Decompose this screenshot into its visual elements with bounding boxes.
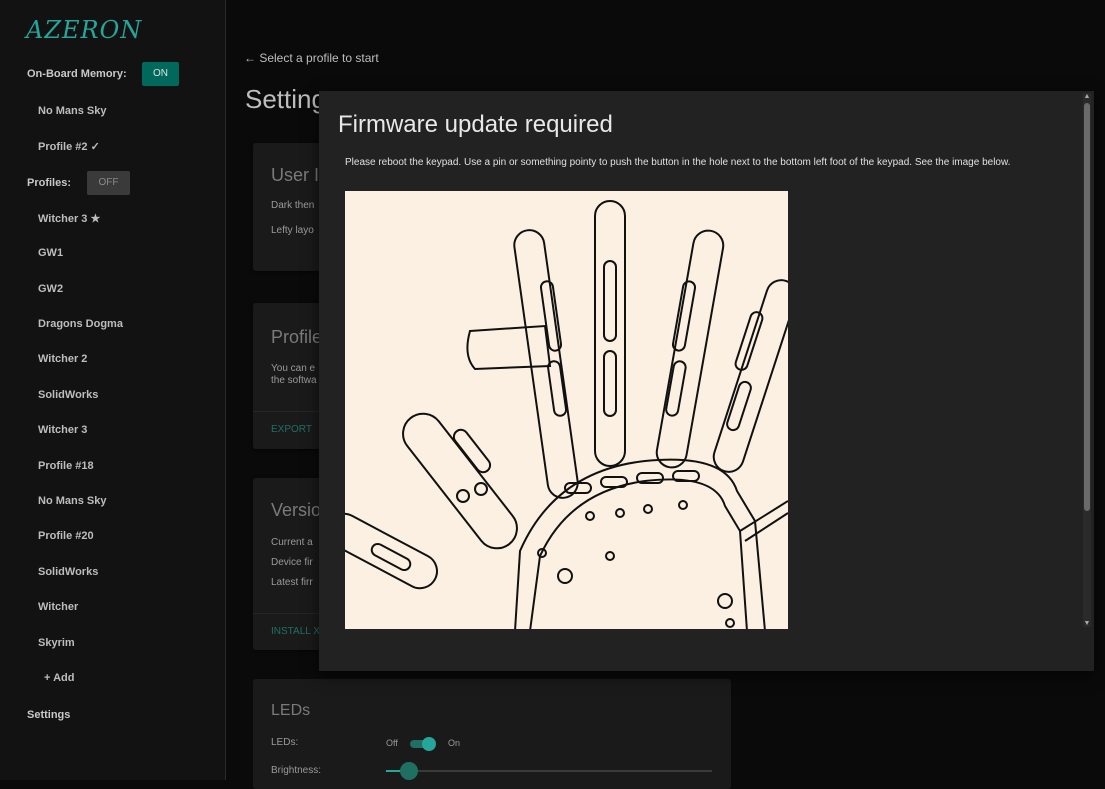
modal-scrollbar[interactable]: ▲ ▼ <box>1083 93 1091 627</box>
keypad-illustration <box>345 200 788 629</box>
sidebar: AZERON On-Board Memory: ON No Mans Sky P… <box>0 0 226 780</box>
switch-knob <box>422 737 436 751</box>
current-version-label: Current a <box>271 537 313 548</box>
modal-instructions: Please reboot the keypad. Use a pin or s… <box>345 157 1011 168</box>
device-firmware-label: Device fir <box>271 557 313 568</box>
page-title: Setting <box>245 84 326 114</box>
profiles-label: Profiles: <box>27 177 72 189</box>
toggle-on-label: On <box>448 738 461 748</box>
select-profile-link[interactable]: ← Select a profile to start <box>244 51 379 65</box>
sidebar-item-onboard-2[interactable]: Profile #2 ✓ <box>38 140 100 153</box>
leds-card: LEDs LEDs: Off On Brightness: <box>253 679 731 789</box>
sidebar-item-profile[interactable]: Witcher <box>38 601 78 613</box>
modal-title: Firmware update required <box>338 111 613 138</box>
sidebar-item-profile[interactable]: SolidWorks <box>38 389 98 401</box>
sidebar-item-profile[interactable]: Skyrim <box>38 637 75 649</box>
latest-firmware-label: Latest firr <box>271 577 313 588</box>
brightness-slider[interactable] <box>386 762 712 780</box>
card-title: Profile <box>271 327 323 347</box>
scroll-up-icon[interactable]: ▲ <box>1083 93 1091 100</box>
toggle-off-label: Off <box>386 738 398 748</box>
sidebar-item-profile[interactable]: GW2 <box>38 283 63 295</box>
onboard-memory-toggle[interactable]: ON <box>142 62 179 86</box>
dark-theme-label: Dark then <box>271 200 315 211</box>
card-title: LEDs <box>271 702 311 719</box>
install-button[interactable]: INSTALL X <box>271 626 320 637</box>
sidebar-item-profile[interactable]: Witcher 3 ★ <box>38 212 100 225</box>
sidebar-item-profile[interactable]: Dragons Dogma <box>38 318 123 330</box>
scroll-down-icon[interactable]: ▼ <box>1083 620 1091 627</box>
card-title: User Ir <box>271 165 325 185</box>
firmware-update-modal: Firmware update required Please reboot t… <box>319 91 1094 671</box>
sidebar-item-profile[interactable]: No Mans Sky <box>38 495 106 507</box>
brightness-label: Brightness: <box>271 765 322 776</box>
add-profile-button[interactable]: + Add <box>44 672 74 684</box>
sidebar-item-settings[interactable]: Settings <box>27 709 70 721</box>
keypad-image <box>345 191 788 629</box>
export-button[interactable]: EXPORT <box>271 424 312 435</box>
sidebar-item-profile[interactable]: Witcher 3 <box>38 424 87 436</box>
scrollbar-thumb[interactable] <box>1084 103 1090 511</box>
profile-text: You can e <box>271 363 316 374</box>
sidebar-item-profile[interactable]: GW1 <box>38 247 63 259</box>
slider-handle[interactable] <box>400 762 418 780</box>
leds-label: LEDs: <box>271 737 299 748</box>
lefty-layout-label: Lefty layo <box>271 225 314 236</box>
sidebar-item-profile[interactable]: Profile #20 <box>38 530 94 542</box>
sidebar-item-profile[interactable]: SolidWorks <box>38 566 98 578</box>
sidebar-item-onboard-1[interactable]: No Mans Sky <box>38 105 106 117</box>
sidebar-item-profile[interactable]: Witcher 2 <box>38 353 87 365</box>
onboard-memory-label: On-Board Memory: <box>27 68 127 80</box>
azeron-logo: AZERON <box>26 16 143 44</box>
leds-switch[interactable] <box>410 737 436 751</box>
card-title: Versio <box>271 500 322 520</box>
profile-text: the softwa <box>271 375 317 386</box>
sidebar-item-profile[interactable]: Profile #18 <box>38 460 94 472</box>
profiles-toggle[interactable]: OFF <box>87 171 130 195</box>
